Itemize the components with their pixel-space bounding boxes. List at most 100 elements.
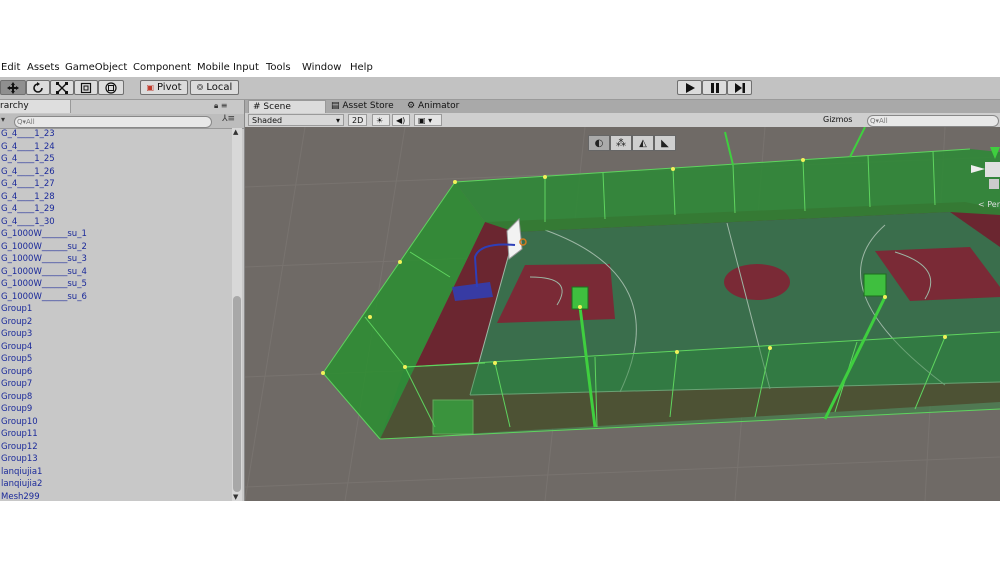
step-button[interactable] (727, 80, 752, 95)
menu-component[interactable]: Component (133, 62, 191, 73)
hierarchy-item[interactable]: Group3 (0, 328, 230, 341)
scene-viewport[interactable]: < Per (245, 127, 1000, 501)
hierarchy-item[interactable]: G_1000W______su_4 (0, 266, 230, 279)
hierarchy-item[interactable]: Group4 (0, 341, 230, 354)
main-toolbar: ▣ Pivot ❂ Local (0, 77, 1000, 100)
lock-icon[interactable]: 🔒︎ ≡ (214, 101, 228, 111)
tab-asset-store-label: Asset Store (342, 101, 394, 111)
hierarchy-scrollbar[interactable]: ▲ ▼ (232, 128, 242, 501)
lighting-toggle-button[interactable]: ☀ (372, 114, 390, 126)
play-icon (685, 82, 695, 93)
shading-mode-dropdown[interactable]: Shaded ▾ (248, 114, 344, 126)
tab-animator[interactable]: ⚙ Animator (407, 100, 477, 113)
hierarchy-item[interactable]: G_4____1_24 (0, 141, 230, 154)
hierarchy-item[interactable]: G_4____1_30 (0, 216, 230, 229)
scroll-up-icon[interactable]: ▲ (233, 128, 238, 136)
hierarchy-search-placeholder: Q▾All (17, 118, 35, 126)
hierarchy-search-input[interactable]: Q▾All (14, 116, 212, 128)
particles-button[interactable]: ⁂ (610, 135, 632, 151)
global-local-icon: ❂ (196, 83, 204, 92)
hierarchy-item[interactable]: G_1000W______su_1 (0, 228, 230, 241)
local-toggle-button[interactable]: ❂ Local (190, 80, 239, 95)
chevron-down-icon: ▾ (335, 116, 340, 125)
hierarchy-item[interactable]: Group1 (0, 303, 230, 316)
scene-search-input[interactable]: Q▾All (867, 115, 999, 127)
scale-tool-button[interactable] (50, 80, 74, 95)
particles-icon: ⁂ (616, 137, 626, 149)
menu-mobile-input[interactable]: Mobile Input (197, 62, 259, 73)
image-icon: ▣ ▾ (418, 116, 433, 125)
pivot-icon: ▣ (146, 83, 154, 92)
menu-gameobject[interactable]: GameObject (65, 62, 127, 73)
hierarchy-item[interactable]: G_1000W______su_6 (0, 291, 230, 304)
hierarchy-item[interactable]: G_1000W______su_5 (0, 278, 230, 291)
pause-button[interactable] (702, 80, 727, 95)
scene-tab-bar: # Scene ▤ Asset Store ⚙ Animator (245, 100, 1000, 113)
hierarchy-item[interactable]: Group10 (0, 416, 230, 429)
camera-icon: ◐ (594, 137, 604, 149)
create-dropdown-icon[interactable]: ▾ (1, 115, 5, 124)
2d-toggle-button[interactable]: 2D (348, 114, 367, 126)
effects-dropdown[interactable]: ▣ ▾ (414, 114, 442, 126)
gizmos-dropdown[interactable]: Gizmos ▾ (820, 114, 862, 136)
play-button[interactable] (677, 80, 702, 95)
sun-icon: ☀ (376, 116, 384, 125)
hierarchy-item[interactable]: G_4____1_29 (0, 203, 230, 216)
scene-toolbar: Shaded ▾ 2D ☀ ◀) ▣ ▾ Gizmos ▾ Q▾All (245, 113, 1000, 136)
clear-search-icon[interactable]: ⅄≡ (222, 114, 235, 124)
transform-tool-button[interactable] (98, 80, 124, 95)
hierarchy-item[interactable]: Group2 (0, 316, 230, 329)
navmesh-icon: ◭ (639, 137, 647, 149)
hierarchy-item[interactable]: G_1000W______su_3 (0, 253, 230, 266)
hierarchy-item[interactable]: Mesh299 (0, 491, 230, 504)
menu-assets[interactable]: Assets (27, 62, 60, 73)
hierarchy-item[interactable]: G_4____1_26 (0, 166, 230, 179)
pivot-toggle-button[interactable]: ▣ Pivot (140, 80, 188, 95)
hierarchy-item[interactable]: Group6 (0, 366, 230, 379)
hierarchy-item[interactable]: lanqiujia2 (0, 478, 230, 491)
center-circle (724, 264, 790, 300)
hierarchy-item[interactable]: G_4____1_23 (0, 128, 230, 141)
hierarchy-tab-label: rarchy (0, 101, 29, 111)
hierarchy-item[interactable]: Group7 (0, 378, 230, 391)
hierarchy-item[interactable]: G_4____1_27 (0, 178, 230, 191)
menu-help[interactable]: Help (350, 62, 373, 73)
hierarchy-item[interactable]: Group5 (0, 353, 230, 366)
scale-tool-icon (56, 81, 68, 94)
hierarchy-item[interactable]: G_4____1_25 (0, 153, 230, 166)
hierarchy-list: G_4____1_23 G_4____1_24 G_4____1_25 G_4____… (0, 128, 230, 503)
menu-tools[interactable]: Tools (266, 62, 291, 73)
rect-tool-button[interactable] (74, 80, 98, 95)
hierarchy-item[interactable]: Group13 (0, 453, 230, 466)
menu-window[interactable]: Window (302, 62, 341, 73)
occlusion-button[interactable]: ◣ (654, 135, 676, 151)
hierarchy-tab[interactable]: rarchy (0, 100, 71, 113)
navmesh-button[interactable]: ◭ (632, 135, 654, 151)
scroll-down-icon[interactable]: ▼ (233, 493, 238, 501)
scene-tab-icon: # (253, 102, 261, 112)
hierarchy-item[interactable]: Group12 (0, 441, 230, 454)
hierarchy-search-bar: ▾ Q▾All ⅄≡ (0, 114, 244, 129)
rotate-tool-icon (33, 81, 43, 93)
gizmos-label: Gizmos (823, 115, 853, 124)
hierarchy-item[interactable]: G_4____1_28 (0, 191, 230, 204)
scrollbar-thumb[interactable] (233, 296, 241, 492)
asset-store-icon: ▤ (331, 101, 340, 111)
rotate-tool-button[interactable] (26, 80, 50, 95)
audio-toggle-button[interactable]: ◀) (392, 114, 410, 126)
hierarchy-item[interactable]: G_1000W______su_2 (0, 241, 230, 254)
menu-edit[interactable]: Edit (1, 62, 20, 73)
hierarchy-item[interactable]: Group11 (0, 428, 230, 441)
hierarchy-item[interactable]: Group8 (0, 391, 230, 404)
hierarchy-item[interactable]: Group9 (0, 403, 230, 416)
move-tool-icon (7, 81, 19, 94)
perspective-label[interactable]: < Per (978, 200, 1000, 209)
camera-view-button[interactable]: ◐ (588, 135, 610, 151)
move-tool-button[interactable] (0, 80, 26, 95)
hierarchy-item[interactable]: lanqiujia1 (0, 466, 230, 479)
transform-tool-icon (105, 81, 117, 94)
shading-mode-label: Shaded (252, 116, 283, 125)
tab-asset-store[interactable]: ▤ Asset Store (331, 100, 401, 113)
entrance-gate (432, 399, 474, 435)
tab-scene[interactable]: # Scene (248, 100, 326, 113)
